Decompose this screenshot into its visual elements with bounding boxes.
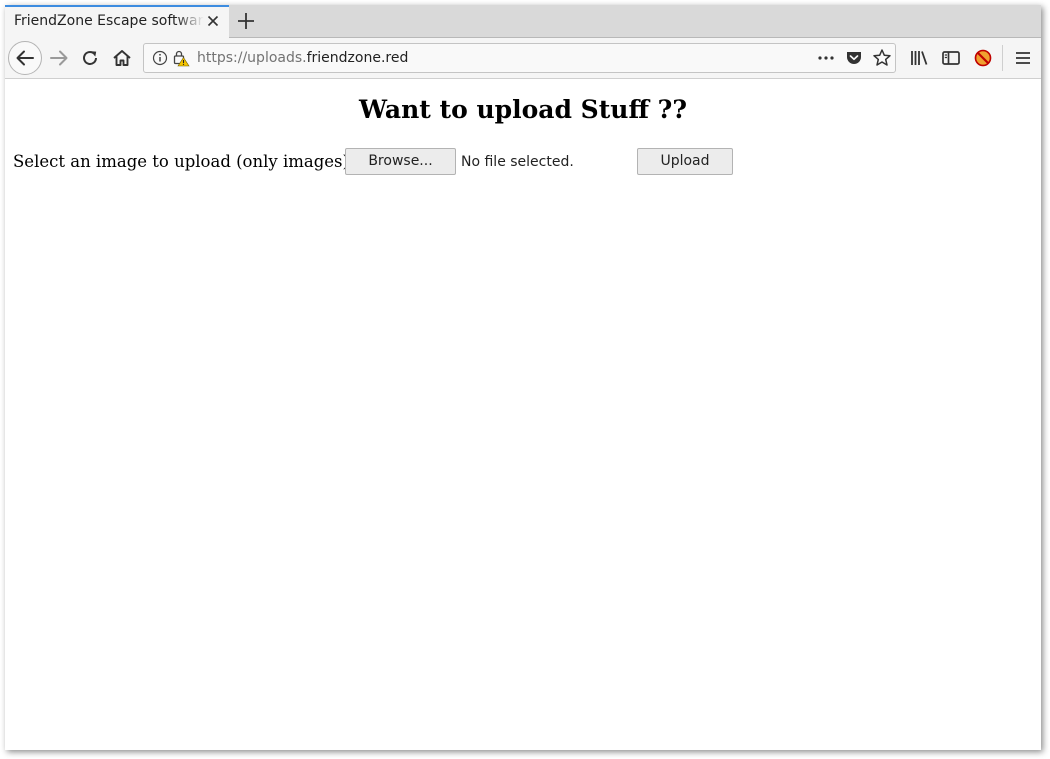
close-icon[interactable]: [204, 12, 222, 30]
library-icon[interactable]: [905, 43, 935, 73]
plus-icon[interactable]: [234, 10, 258, 32]
tab-strip: FriendZone Escape software: [5, 5, 1041, 38]
more-dots-icon[interactable]: [816, 49, 836, 67]
forward-arrow-icon[interactable]: [44, 43, 74, 73]
page-title: Want to upload Stuff ??: [359, 95, 687, 124]
pocket-icon[interactable]: [845, 49, 863, 67]
browser-window: FriendZone Escape software https://uploa…: [5, 5, 1041, 750]
sidebar-icon[interactable]: [936, 43, 966, 73]
upload-button[interactable]: Upload: [637, 148, 733, 175]
page-content: Want to upload Stuff ?? Select an image …: [5, 79, 1041, 750]
insecure-lock-icon[interactable]: [172, 49, 190, 67]
file-status: No file selected.: [461, 154, 574, 170]
url-prefix: https://uploads.: [197, 50, 307, 66]
nav-toolbar: https://uploads.friendzone.red: [5, 38, 1041, 79]
upload-label: Select an image to upload (only images):: [13, 152, 355, 171]
back-arrow-icon[interactable]: [8, 41, 42, 75]
hamburger-menu-icon[interactable]: [1008, 43, 1038, 73]
browse-button[interactable]: Browse...: [345, 148, 456, 175]
reload-icon[interactable]: [75, 43, 105, 73]
url-bar[interactable]: https://uploads.friendzone.red: [143, 43, 896, 73]
extension-icon[interactable]: [968, 43, 998, 73]
toolbar-separator: [1002, 45, 1003, 71]
url-domain: friendzone.red: [306, 50, 409, 66]
tab-title: FriendZone Escape software: [14, 13, 204, 29]
url-text[interactable]: https://uploads.friendzone.red: [197, 50, 408, 66]
home-icon[interactable]: [107, 43, 137, 73]
info-icon[interactable]: [152, 50, 168, 66]
star-icon[interactable]: [872, 48, 892, 68]
active-tab[interactable]: FriendZone Escape software: [5, 5, 229, 38]
